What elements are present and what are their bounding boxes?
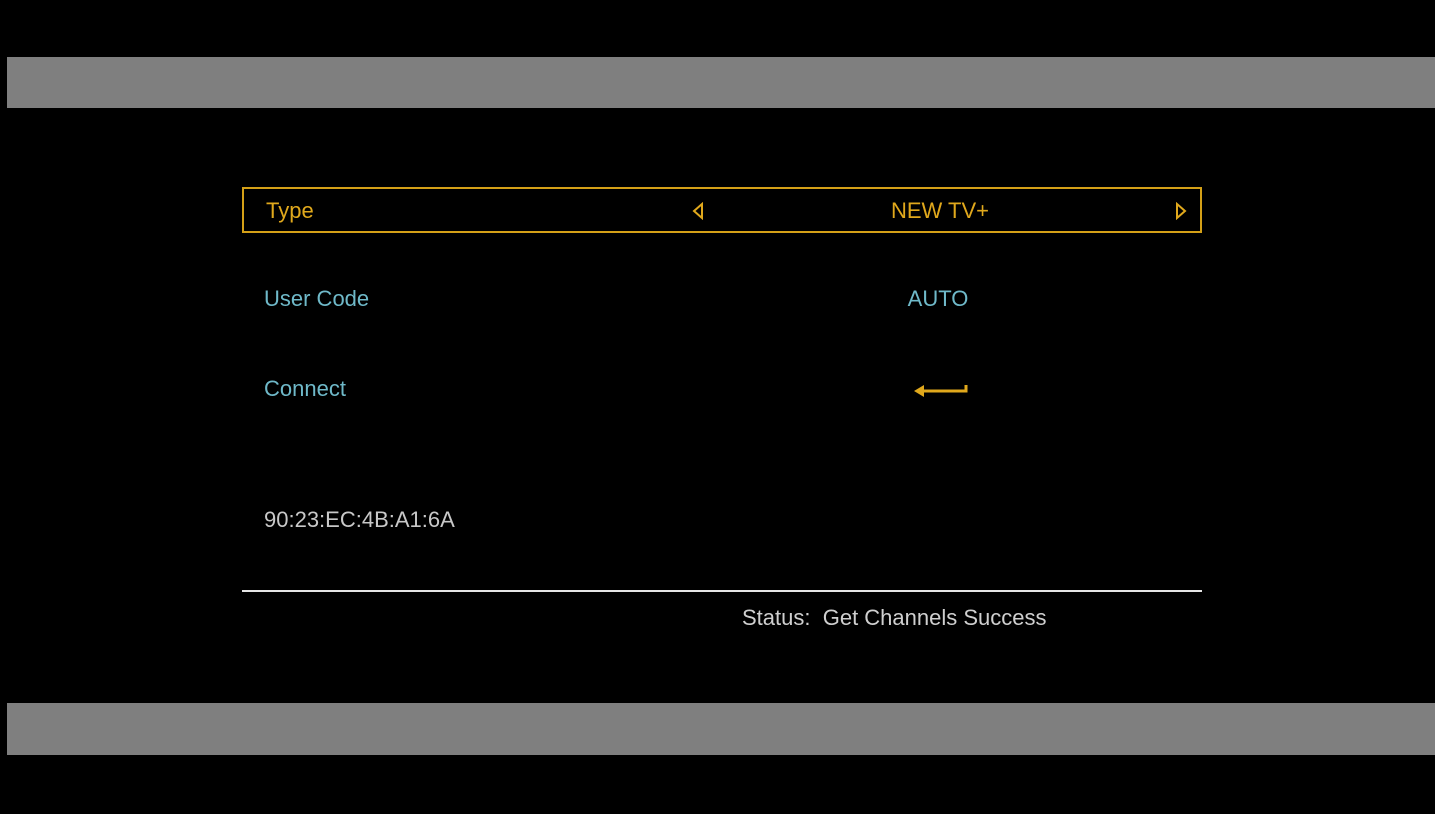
divider <box>242 590 1202 592</box>
mac-address: 90:23:EC:4B:A1:6A <box>264 507 455 532</box>
bottom-bar <box>7 703 1435 755</box>
tv-screen: Type NEW TV+ User Code AUTO Connect 90:2… <box>7 9 1435 814</box>
status-line: Status: Get Channels Success <box>742 605 1047 631</box>
type-label: Type <box>266 198 314 223</box>
type-row[interactable]: Type NEW TV+ <box>242 187 1202 233</box>
user-code-value: AUTO <box>907 286 969 311</box>
enter-arrow-icon[interactable] <box>912 377 968 401</box>
arrow-right-icon[interactable] <box>1174 202 1188 220</box>
status-value: Get Channels Success <box>822 605 1047 630</box>
user-code-label: User Code <box>264 286 370 311</box>
arrow-left-icon[interactable] <box>691 202 705 220</box>
connect-label: Connect <box>264 376 346 401</box>
type-value: NEW TV+ <box>890 198 989 223</box>
user-code-row[interactable]: User Code AUTO <box>242 277 1202 323</box>
top-bar <box>7 57 1435 108</box>
connect-row[interactable]: Connect <box>242 367 1202 413</box>
status-label: Status: <box>742 605 811 630</box>
